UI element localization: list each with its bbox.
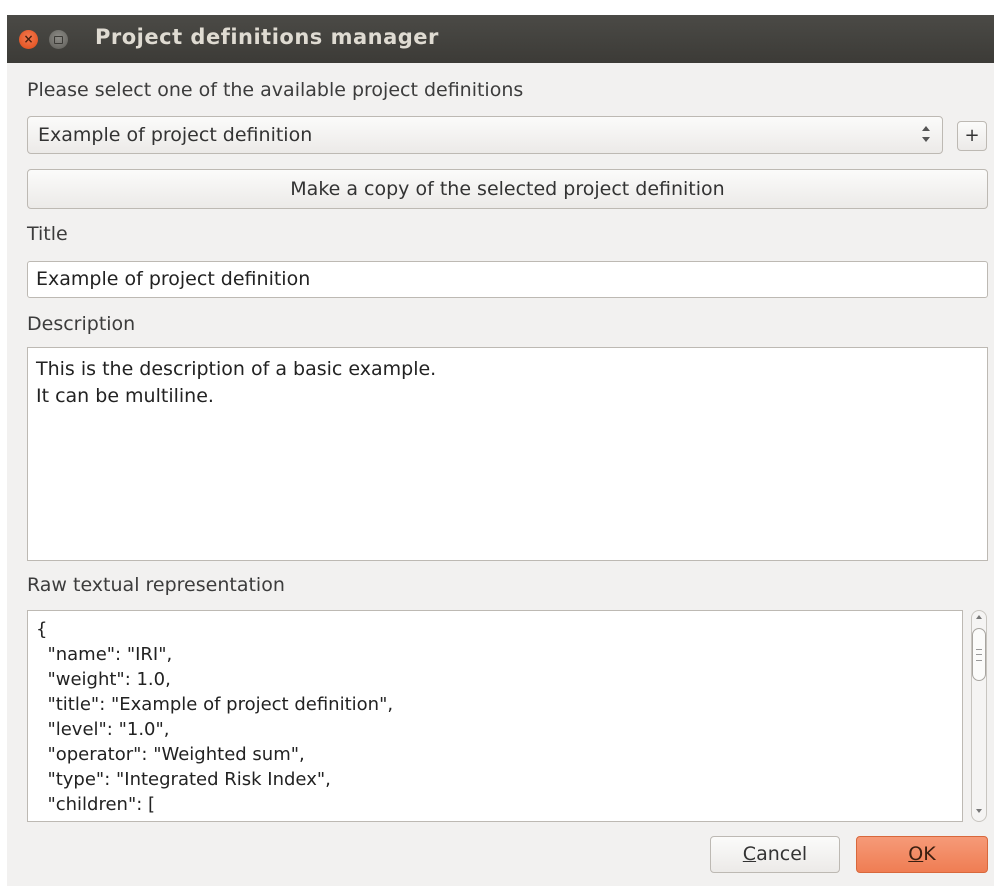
copy-project-definition-button[interactable]: Make a copy of the selected project defi…: [27, 169, 988, 209]
dialog-window: × Project definitions manager Please sel…: [7, 15, 994, 886]
title-label: Title: [27, 223, 68, 245]
raw-line: "operator": "Weighted sum",: [36, 744, 305, 765]
raw-scrollbar[interactable]: [970, 610, 989, 822]
grip-icon: [976, 649, 982, 661]
title-input-value: Example of project definition: [36, 268, 311, 290]
close-icon[interactable]: ×: [19, 30, 38, 49]
project-definition-select-value: Example of project definition: [38, 124, 313, 146]
cancel-label: ancel: [756, 843, 808, 865]
scroll-down-icon[interactable]: [976, 809, 982, 813]
select-label: Please select one of the available proje…: [27, 79, 524, 101]
ok-label: K: [923, 843, 936, 865]
title-input[interactable]: Example of project definition: [27, 261, 988, 298]
raw-line: "weight": 1.0,: [36, 669, 171, 690]
raw-line: "name": "IRI",: [36, 644, 173, 665]
minimize-icon[interactable]: [49, 30, 68, 49]
window-title: Project definitions manager: [95, 25, 439, 49]
ok-mnemonic: O: [908, 843, 924, 865]
raw-line: "children": [: [36, 794, 156, 815]
ok-button[interactable]: OK: [856, 836, 988, 873]
description-line: This is the description of a basic examp…: [36, 358, 437, 380]
cancel-button[interactable]: Cancel: [710, 836, 840, 873]
raw-textarea[interactable]: { "name": "IRI", "weight": 1.0, "title":…: [27, 610, 963, 822]
spin-arrows-icon: [922, 123, 932, 147]
cancel-mnemonic: C: [742, 843, 757, 865]
raw-line: "title": "Example of project definition"…: [36, 694, 394, 715]
raw-label: Raw textual representation: [27, 574, 285, 596]
title-bar: × Project definitions manager: [7, 15, 994, 63]
description-label: Description: [27, 313, 136, 335]
project-definition-select[interactable]: Example of project definition: [27, 116, 943, 154]
raw-line: "type": "Integrated Risk Index",: [36, 769, 331, 790]
raw-line: "level": "1.0",: [36, 719, 170, 740]
description-textarea[interactable]: This is the description of a basic examp…: [27, 347, 988, 561]
scroll-up-icon[interactable]: [976, 615, 982, 619]
description-line: It can be multiline.: [36, 385, 214, 407]
raw-line: {: [36, 619, 48, 640]
add-project-definition-button[interactable]: +: [957, 121, 987, 151]
